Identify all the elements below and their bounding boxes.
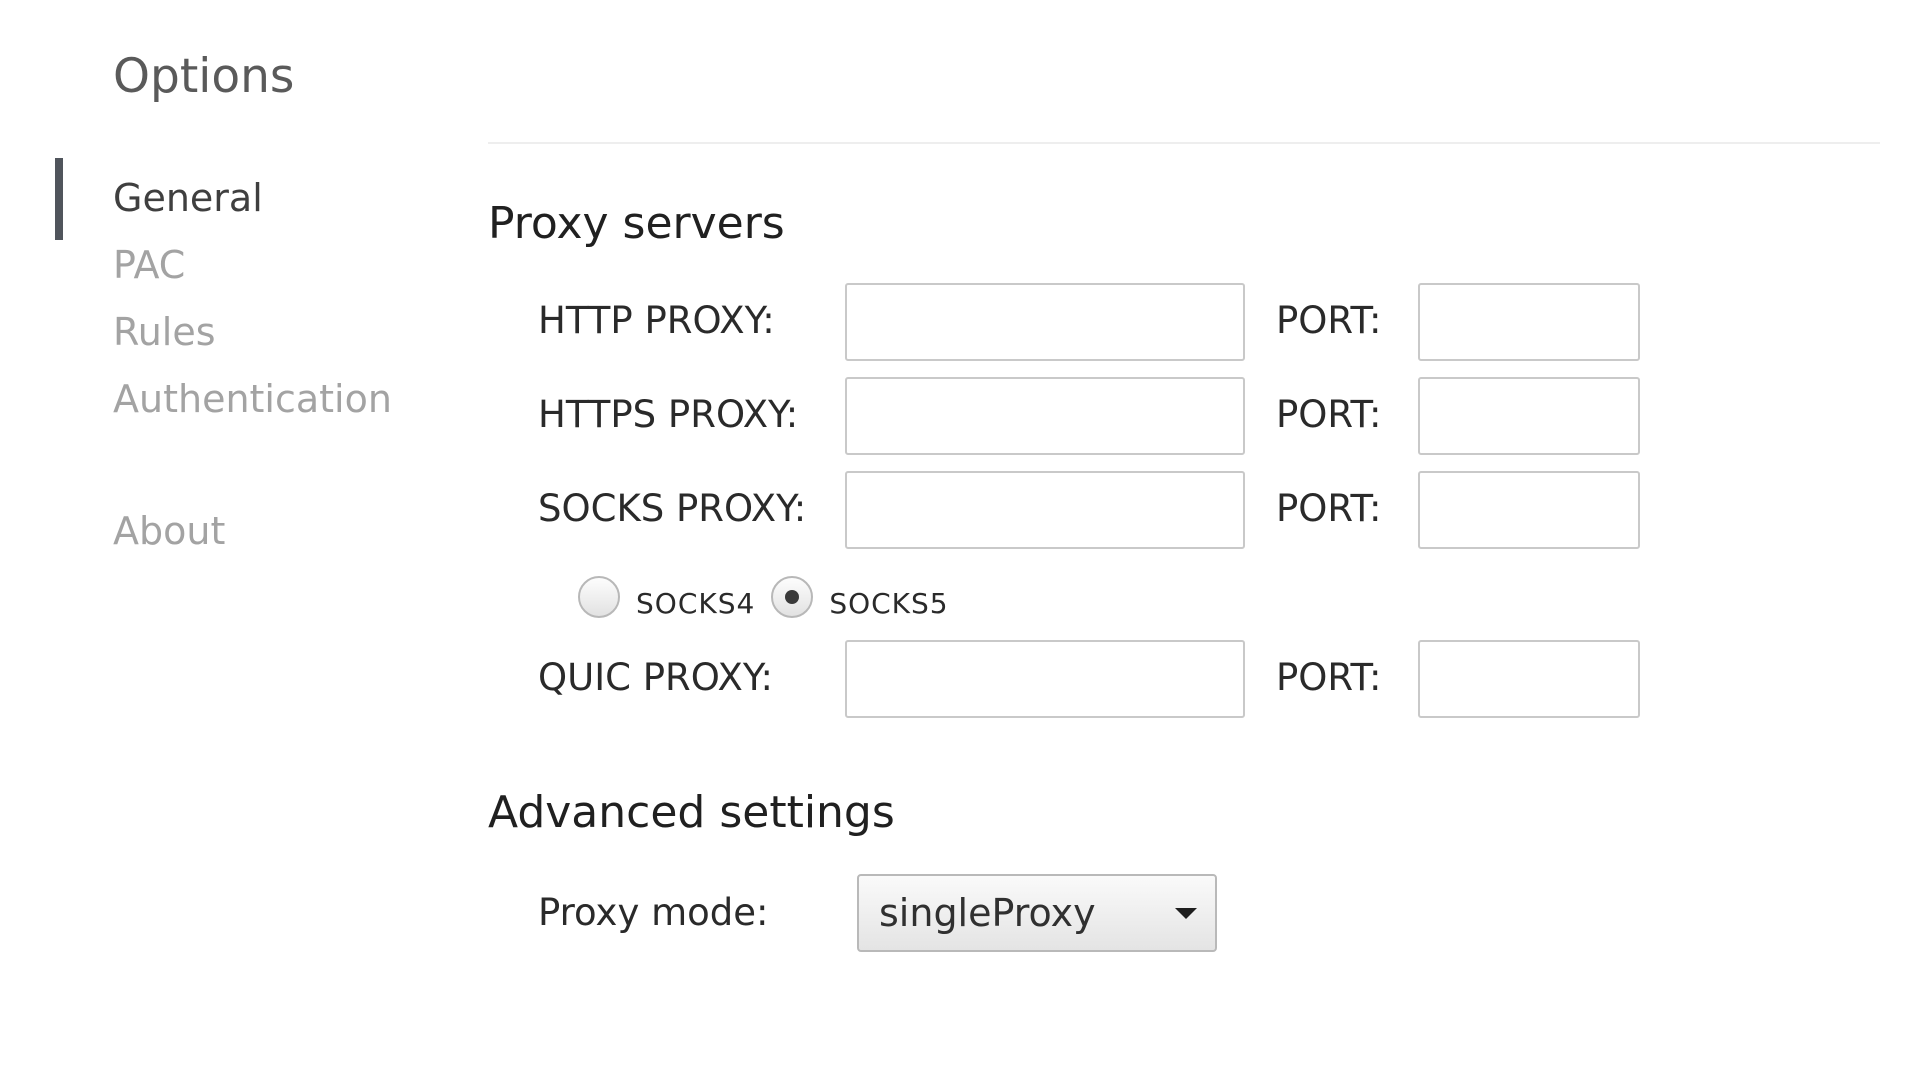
http-proxy-input[interactable] <box>845 283 1245 361</box>
sidebar-item-general[interactable]: General <box>113 172 263 224</box>
http-port-label: PORT: <box>1276 299 1382 342</box>
proxy-mode-value: singleProxy <box>879 891 1096 935</box>
proxy-servers-heading: Proxy servers <box>488 198 785 249</box>
header-divider <box>488 142 1880 144</box>
https-proxy-label: HTTPS PROXY: <box>538 393 799 436</box>
socks-version-radio-group: SOCKS4 SOCKS5 <box>578 572 965 622</box>
https-port-input[interactable] <box>1418 377 1640 455</box>
quic-port-input[interactable] <box>1418 640 1640 718</box>
proxy-mode-select[interactable]: singleProxy <box>857 874 1217 952</box>
socks5-label: SOCKS5 <box>829 586 949 620</box>
quic-proxy-input[interactable] <box>845 640 1245 718</box>
socks-port-input[interactable] <box>1418 471 1640 549</box>
socks4-label: SOCKS4 <box>636 586 756 620</box>
socks-port-label: PORT: <box>1276 487 1382 530</box>
options-page: Options General PAC Rules Authentication… <box>0 0 1920 1080</box>
chevron-down-icon <box>1175 908 1197 919</box>
quic-proxy-label: QUIC PROXY: <box>538 656 773 699</box>
socks5-option[interactable]: SOCKS5 <box>771 576 964 620</box>
http-port-input[interactable] <box>1418 283 1640 361</box>
https-port-label: PORT: <box>1276 393 1382 436</box>
sidebar-item-rules[interactable]: Rules <box>113 306 216 358</box>
socks5-radio[interactable] <box>771 576 814 618</box>
sidebar-item-pac[interactable]: PAC <box>113 239 185 291</box>
proxy-mode-label: Proxy mode: <box>538 891 769 934</box>
socks4-option[interactable]: SOCKS4 <box>578 576 771 620</box>
sidebar-item-authentication[interactable]: Authentication <box>113 373 392 425</box>
socks-proxy-input[interactable] <box>845 471 1245 549</box>
selected-indicator <box>55 158 63 240</box>
page-title: Options <box>113 49 295 104</box>
advanced-settings-heading: Advanced settings <box>488 787 895 838</box>
quic-port-label: PORT: <box>1276 656 1382 699</box>
sidebar-item-about[interactable]: About <box>113 505 225 557</box>
socks-proxy-label: SOCKS PROXY: <box>538 487 807 530</box>
http-proxy-label: HTTP PROXY: <box>538 299 775 342</box>
socks4-radio[interactable] <box>578 576 620 618</box>
https-proxy-input[interactable] <box>845 377 1245 455</box>
